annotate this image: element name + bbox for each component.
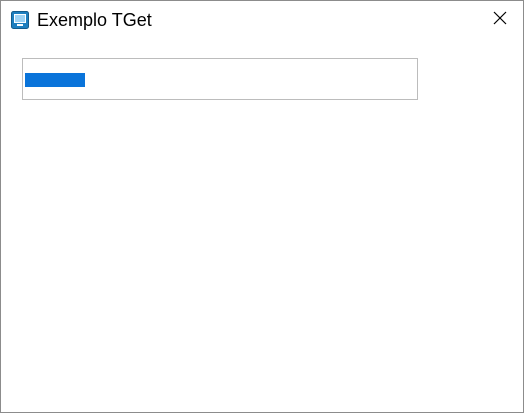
close-button[interactable] xyxy=(477,1,523,39)
progress-fill xyxy=(25,73,85,87)
close-icon xyxy=(493,11,507,30)
window-title: Exemplo TGet xyxy=(37,10,152,30)
monitor-icon xyxy=(11,11,29,29)
progress-track xyxy=(25,73,415,87)
client-area xyxy=(1,39,523,412)
title-bar[interactable]: Exemplo TGet xyxy=(1,1,523,39)
progress-bar xyxy=(22,58,418,100)
app-window: Exemplo TGet xyxy=(0,0,524,413)
